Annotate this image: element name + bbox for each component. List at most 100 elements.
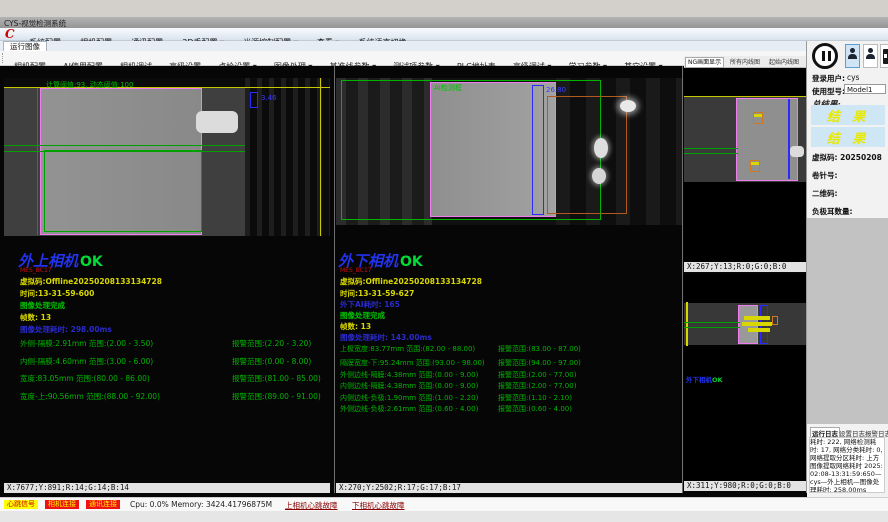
overlay-green-hline-1 — [684, 322, 740, 323]
middle-mes-code: MES_BC17 — [340, 267, 372, 274]
app-logo-icon: C — [5, 27, 15, 41]
right-bottom-camera-title: 外下相机 — [686, 376, 712, 384]
page-tab-row: 运行图像 — [0, 41, 806, 51]
measure-blue-label: 3.46 — [261, 94, 277, 102]
login-user-button[interactable] — [845, 44, 860, 68]
pin-number-label: 卷针号: — [812, 170, 838, 181]
overlay-green-rect — [44, 150, 202, 232]
alarm-range: 报警范围:(89.00 - 91.00) — [232, 391, 321, 402]
tab-all-innerline[interactable]: 所有内线图 — [728, 58, 762, 67]
left-camera-ok-badge: OK — [80, 254, 103, 270]
ng-view-tab-row: NG画面显示 所有内线图 起始内线图 — [684, 56, 806, 68]
heartbeat-status-badge: 心跳信号 — [4, 500, 38, 509]
left-time: 时间:13-31-59-600 — [20, 288, 94, 299]
bottom-strip — [0, 511, 888, 522]
pause-button[interactable] — [812, 43, 838, 69]
alarm-range: 报警范围:(2.00 - 77.00) — [498, 381, 576, 391]
alarm-range: 报警范围:(0.60 - 4.00) — [498, 404, 572, 414]
overlay-green-hline-2 — [684, 153, 738, 154]
left-coordinate-bar: X:7677;Y:891;R:14;G:14;B:14 — [4, 483, 330, 493]
negative-tab-count-label: 负极耳数量: — [812, 206, 853, 217]
cpu-memory-status: Cpu: 0.0% Memory: 3424.41796875M — [130, 500, 272, 509]
exit-door-icon — [883, 49, 888, 64]
control-panel-spacer — [807, 218, 888, 424]
measurement-value: 宽度:83.05mm 范围:(80.00 - 86.00) — [20, 373, 150, 384]
measurement-value: 隔膜宽度-下:95.24mm 范围:(93.00 - 98.00) — [340, 358, 485, 368]
middle-camera-viewport[interactable]: AI检测框 26.80 — [336, 78, 682, 225]
overlay-green-hline-1 — [4, 145, 245, 146]
left-barcode: 虚拟码:Offline20250208133134728 — [20, 276, 162, 287]
window-titlebar[interactable]: CYS-视觉检测系统 — [0, 17, 888, 28]
middle-result-block: 外下相机OK MES_BC17 虚拟码:Offline2025020813313… — [338, 250, 678, 480]
middle-time: 时间:13-31-59-627 — [340, 288, 414, 299]
gripper-blob — [196, 111, 238, 133]
tab-start-innerline[interactable]: 起始内线图 — [767, 58, 801, 67]
exit-button[interactable] — [880, 44, 888, 68]
comm-link-status-badge: 通讯连接 — [86, 500, 120, 509]
measurement-value: 内侧-隔膜:4.60mm 范围:(3.00 - 6.00) — [20, 356, 153, 367]
panel-divider — [334, 66, 335, 493]
yellow-label-mark-3 — [748, 328, 770, 332]
status-bar: 心跳信号 相机连接 通讯连接 Cpu: 0.0% Memory: 3424.41… — [0, 497, 888, 511]
measurement-value: 内侧边线-负极:1.90mm 范围:(1.00 - 2.20) — [340, 393, 478, 403]
right-bottom-ok-badge: OK — [712, 376, 723, 384]
yellow-label-mark-1 — [744, 316, 770, 320]
overlay-yellow-vline — [320, 78, 321, 236]
middle-barcode: 虚拟码:Offline20250208133134728 — [340, 276, 482, 287]
left-frame-count: 帧数: 13 — [20, 312, 51, 323]
toolbar-grip — [2, 53, 4, 63]
pause-icon — [822, 51, 825, 61]
application-window: CYS-视觉检测系统 C 系统配置 相机配置 通讯配置 3D手配置 ▾ 光源控制… — [0, 0, 888, 522]
tab-run-image[interactable]: 运行图像 — [3, 41, 47, 51]
alarm-range: 报警范围:(83.00 - 87.00) — [498, 344, 581, 354]
result-box-bottom: 结 果 — [811, 127, 885, 147]
yellow-label-mark-2 — [742, 322, 772, 326]
control-panel: 登录用户: cys 使用型号: Model1 总结果: 结 果 结 果 虚拟码:… — [807, 41, 888, 497]
bright-spot-1 — [620, 100, 636, 112]
middle-elapsed-time: 图像处理耗时: 143.00ms — [340, 332, 432, 343]
user-icon — [868, 48, 873, 53]
yellow-label-mark-1 — [754, 114, 762, 117]
alarm-range: 报警范围:(2.20 - 3.20) — [232, 338, 311, 349]
model-label: 使用型号: — [812, 86, 845, 97]
overlay-orange-rect — [772, 316, 778, 325]
measurement-value: 外侧边线-隔膜:4.38mm 范围:(0.00 - 9.00) — [340, 370, 478, 380]
overlay-green-hline-2 — [684, 327, 740, 328]
overlay-green-hline-1 — [684, 148, 738, 149]
login-user-label: 登录用户: — [812, 73, 845, 84]
threshold-overlay-label: 计算阈值:93, 动态阈值:100 — [46, 80, 133, 90]
virtual-code-label: 虚拟码: 20250208 — [812, 152, 882, 163]
measure-blue-rect — [250, 92, 258, 108]
alarm-range: 报警范围:(2.00 - 77.00) — [498, 370, 576, 380]
right-bottom-result-text: 外下相机OK — [686, 374, 723, 384]
operator-user-button[interactable] — [863, 44, 878, 68]
user-icon — [850, 48, 855, 53]
model-select[interactable]: Model1 — [844, 84, 886, 94]
log-text-area[interactable]: 耗时: 222, 网络检测耗时: 17, 网络分类耗时: 0, 网络提取分区耗时… — [809, 437, 885, 493]
alarm-range: 报警范围:(1.10 - 2.10) — [498, 393, 572, 403]
overlay-green-vline — [37, 88, 38, 235]
measure-blue-rect — [532, 85, 544, 215]
panel-divider — [682, 66, 683, 493]
measure-blue-label: 26.80 — [546, 86, 566, 94]
left-camera-viewport[interactable]: 计算阈值:93, 动态阈值:100 3.46 — [4, 78, 330, 236]
login-user-value: cys — [847, 73, 859, 82]
desktop-strip — [0, 0, 888, 17]
pause-icon — [828, 51, 831, 61]
overlay-blue-vline — [788, 99, 790, 179]
alarm-range: 报警范围:(0.00 - 8.00) — [232, 356, 311, 367]
measurement-value: 外侧-隔膜:2.91mm 范围:(2.00 - 3.50) — [20, 338, 153, 349]
ai-detect-box-label: AI检测框 — [434, 83, 462, 93]
middle-frame-count: 帧数: 13 — [340, 321, 371, 332]
right-bottom-camera-viewport[interactable]: 外下相机OK — [684, 274, 806, 481]
measurement-value: 外侧边线-负极:2.61mm 范围:(0.60 - 4.00) — [340, 404, 478, 414]
right-top-coordinate-bar: X:267;Y:13;R:0;G:0;B:0 — [684, 262, 806, 272]
left-elapsed-time: 图像处理耗时: 298.00ms — [20, 324, 112, 335]
measurement-value: 内侧边线-隔膜:4.38mm 范围:(0.00 - 9.00) — [340, 381, 478, 391]
measurement-value: 宽度-上:90.56mm 范围:(88.00 - 92.00) — [20, 391, 160, 402]
middle-camera-ok-badge: OK — [400, 254, 423, 270]
right-top-camera-viewport[interactable] — [684, 68, 806, 262]
alarm-range: 报警范围:(81.00 - 85.00) — [232, 373, 321, 384]
tab-ng-display[interactable]: NG画面显示 — [685, 57, 724, 68]
upper-camera-fault-text: 上相机心跳故障 — [285, 500, 338, 511]
